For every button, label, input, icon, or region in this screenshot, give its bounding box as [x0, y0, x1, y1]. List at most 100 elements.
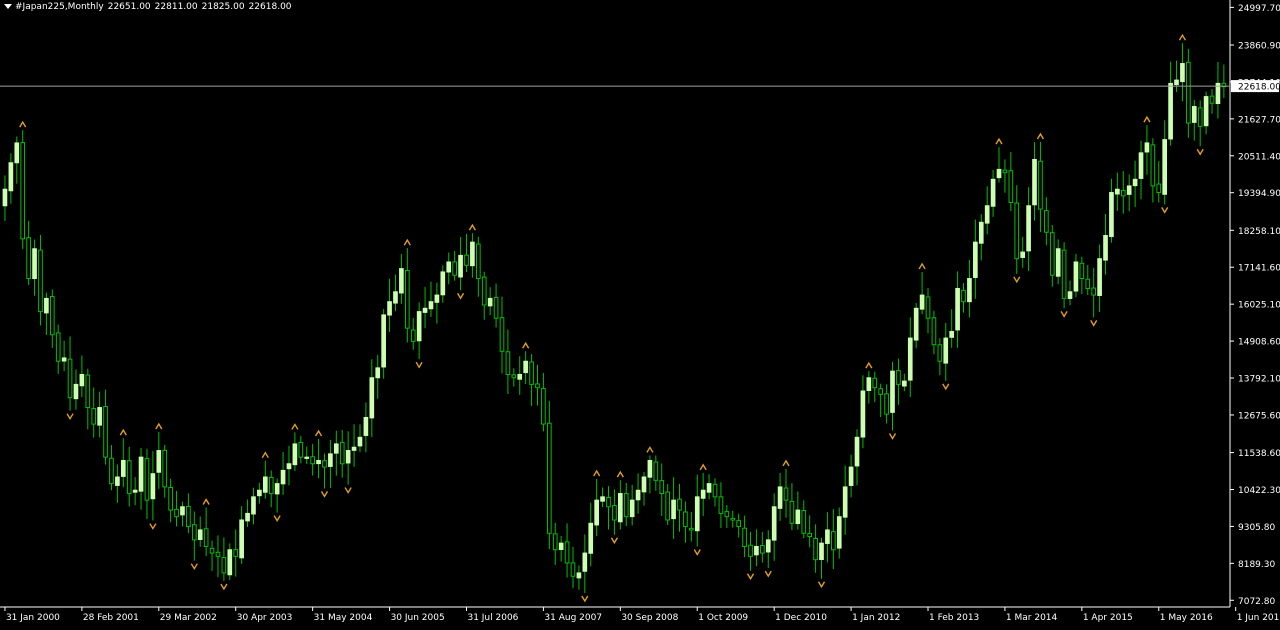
- candle-body: [38, 249, 43, 313]
- candle-body: [576, 572, 582, 579]
- candle-body: [973, 241, 978, 278]
- candle-body: [996, 168, 1002, 179]
- candle-body: [712, 483, 718, 498]
- candle-body: [416, 311, 422, 342]
- candle-body: [819, 542, 824, 560]
- candle-body: [558, 542, 564, 551]
- x-tick-label: 1 Apr 2015: [1083, 613, 1133, 623]
- y-tick-label: 24997.70: [1238, 4, 1280, 14]
- candle: [546, 400, 552, 550]
- candle-body: [428, 301, 434, 310]
- candle-body: [878, 388, 884, 395]
- x-tick-label: 1 Dec 2010: [775, 613, 827, 623]
- candle-body: [1061, 249, 1067, 299]
- candle-body: [1138, 152, 1144, 179]
- candle-body: [902, 380, 907, 387]
- x-tick-label: 1 Oct 2009: [698, 613, 748, 623]
- candle-body: [552, 533, 558, 551]
- y-tick-label: 9305.80: [1238, 523, 1275, 533]
- candle-body: [191, 524, 197, 541]
- y-tick-label: 10422.30: [1238, 486, 1280, 496]
- candle-body: [730, 517, 736, 521]
- candle-body: [1049, 232, 1055, 276]
- x-tick-label: 1 May 2016: [1160, 613, 1213, 623]
- candle-body: [1091, 287, 1097, 296]
- candle-body: [132, 489, 138, 493]
- candle-body: [239, 519, 244, 559]
- candle-body: [967, 278, 972, 303]
- candle-body: [546, 422, 552, 534]
- candle: [1061, 242, 1067, 309]
- y-tick-label: 7072.80: [1238, 597, 1275, 607]
- candle-body: [32, 248, 37, 280]
- candle-body: [783, 487, 789, 501]
- candle-body: [144, 458, 150, 501]
- candle-body: [677, 498, 682, 511]
- candle-body: [1002, 169, 1008, 174]
- candle-body: [138, 456, 144, 492]
- candle-body: [688, 527, 694, 531]
- low-value: 21825.00: [201, 2, 245, 12]
- candle-body: [588, 522, 594, 554]
- candle-body: [742, 527, 747, 547]
- candle-body: [1109, 192, 1114, 238]
- y-tick-label: 11538.60: [1238, 449, 1280, 459]
- candle-body: [1197, 107, 1203, 127]
- candle-body: [505, 351, 511, 375]
- chart-area[interactable]: 24997.7023860.9022744.1021627.7020511.40…: [0, 0, 1280, 626]
- candle-body: [280, 469, 286, 485]
- candle-body: [612, 505, 617, 521]
- x-tick-label: 31 Jan 2000: [6, 613, 60, 623]
- candle-body: [866, 377, 872, 391]
- candle-body: [97, 407, 102, 426]
- dropdown-arrow-icon[interactable]: [4, 4, 12, 9]
- candle-body: [594, 499, 599, 526]
- candle-body: [1097, 258, 1102, 296]
- y-tick-label: 18258.10: [1238, 227, 1280, 237]
- candle-body: [724, 511, 730, 518]
- candle-body: [984, 205, 990, 224]
- candle-body: [1132, 178, 1138, 187]
- candle-body: [582, 552, 588, 572]
- candle-body: [404, 270, 410, 329]
- candle-body: [470, 241, 475, 267]
- candlestick-chart[interactable]: 24997.7023860.9022744.1021627.7020511.40…: [0, 0, 1280, 626]
- candle-body: [197, 529, 203, 540]
- candle-body: [1156, 183, 1162, 194]
- candle-body: [683, 511, 688, 528]
- x-tick-label: 31 Aug 2007: [544, 613, 602, 623]
- candle-body: [1055, 248, 1061, 277]
- candle-body: [1085, 278, 1091, 289]
- candle-body: [49, 296, 55, 336]
- candle-body: [109, 457, 114, 485]
- open-value: 22651.00: [107, 2, 151, 12]
- candle-body: [126, 460, 132, 495]
- candle-body: [759, 545, 765, 554]
- candle-body: [387, 301, 392, 316]
- candle-body: [481, 276, 487, 306]
- candle-body: [174, 508, 179, 518]
- candle-body: [458, 254, 463, 278]
- candle-body: [85, 374, 91, 409]
- candle-body: [292, 443, 298, 466]
- candle-body: [694, 496, 700, 532]
- candle-body: [14, 142, 20, 164]
- candle-body: [1073, 261, 1079, 292]
- candle-body: [1103, 235, 1108, 261]
- candle-body: [262, 476, 268, 493]
- candle-body: [1150, 144, 1156, 187]
- candle-body: [629, 499, 635, 518]
- candle-body: [257, 489, 262, 497]
- candle: [20, 130, 26, 249]
- candle-body: [777, 486, 783, 509]
- candle-body: [1032, 158, 1037, 206]
- candle-body: [907, 337, 913, 381]
- candle-body: [322, 460, 327, 468]
- candle-body: [440, 271, 446, 296]
- candle-body: [1120, 189, 1126, 197]
- candle-body: [659, 480, 665, 495]
- y-tick-label: 21627.70: [1238, 115, 1280, 125]
- x-tick-label: 29 Mar 2002: [160, 613, 217, 623]
- candle-body: [26, 237, 31, 280]
- candle-body: [1209, 95, 1215, 104]
